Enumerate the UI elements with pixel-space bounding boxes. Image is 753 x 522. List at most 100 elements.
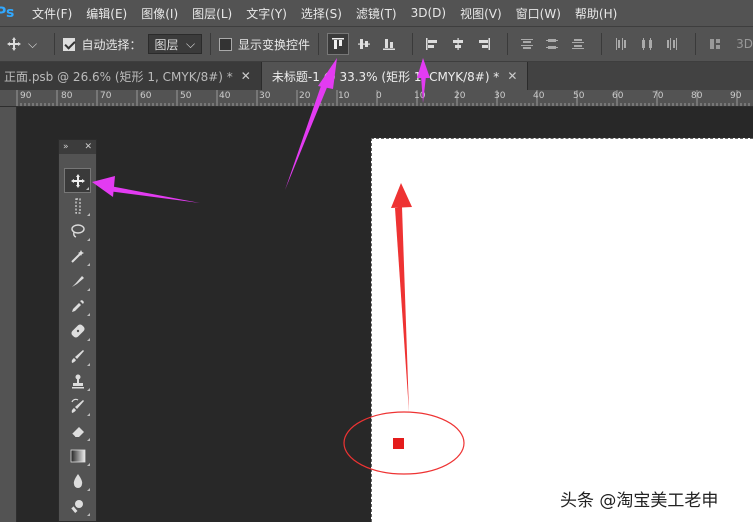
healing-brush-tool[interactable]: [64, 318, 91, 343]
menu-image[interactable]: 图像(I): [141, 5, 178, 22]
align-horizontal-center-button[interactable]: [447, 33, 469, 55]
tab-untitled-1[interactable]: 未标题-1 @ 33.3% (矩形 1, CMYK/8#) * ✕: [261, 62, 529, 90]
align-horizontal-center-icon: [452, 38, 463, 50]
align-vertical-center-button[interactable]: [353, 33, 375, 55]
show-transform-checkbox[interactable]: [219, 37, 232, 51]
menu-edit[interactable]: 编辑(E): [86, 5, 127, 22]
show-transform-label: 显示变换控件: [237, 37, 310, 52]
history-brush-icon: [70, 398, 84, 413]
history-brush-tool[interactable]: [64, 393, 91, 418]
horizontal-ruler[interactable]: 90 80 70 60 50 40 30 20 10 0 10 20 30 40…: [0, 90, 753, 107]
align-left-button[interactable]: [421, 33, 443, 55]
auto-align-button[interactable]: [704, 33, 726, 55]
menu-select[interactable]: 选择(S): [301, 5, 342, 22]
ruler-label: 90: [20, 91, 32, 101]
align-right-button[interactable]: [473, 33, 495, 55]
ruler-label: 20: [454, 91, 466, 101]
tab-label: 正面.psb @ 26.6% (矩形 1, CMYK/8#) *: [4, 69, 233, 84]
menu-bar: Ps 文件(F) 编辑(E) 图像(I) 图层(L) 文字(Y) 选择(S) 滤…: [0, 0, 753, 26]
align-left-icon: [426, 38, 438, 50]
divider: [695, 33, 697, 55]
menu-filter[interactable]: 滤镜(T): [356, 5, 397, 22]
divider: [412, 33, 414, 55]
options-bar: ⌵ 自动选择： 图层 ⌵ 显示变换控件 3D: [0, 26, 753, 62]
distribute-horizontal-center-icon: [641, 38, 652, 50]
ruler-label: 20: [299, 91, 311, 101]
divider: [600, 33, 602, 55]
close-icon[interactable]: ✕: [507, 69, 517, 83]
panel-grip[interactable]: [59, 154, 96, 168]
distribute-right-icon: [667, 38, 678, 50]
distribute-horizontal-center-button[interactable]: [636, 33, 658, 55]
divider: [210, 33, 212, 55]
tab-front-psb[interactable]: 正面.psb @ 26.6% (矩形 1, CMYK/8#) * ✕: [0, 62, 262, 90]
clone-stamp-tool[interactable]: [64, 368, 91, 393]
tool-preset-picker[interactable]: ⌵: [0, 36, 46, 52]
align-right-icon: [478, 38, 490, 50]
auto-select-checkbox[interactable]: [62, 37, 76, 51]
ruler-label: 30: [494, 91, 506, 101]
menu-layer[interactable]: 图层(L): [192, 5, 232, 22]
move-icon: [70, 173, 85, 188]
dodge-tool[interactable]: [64, 493, 91, 518]
menu-view[interactable]: 视图(V): [460, 5, 502, 22]
divider: [317, 33, 319, 55]
chevron-down-icon: ⌵: [185, 36, 196, 51]
auto-select-label: 自动选择：: [81, 37, 142, 52]
close-icon[interactable]: ✕: [241, 69, 251, 83]
move-tool[interactable]: [64, 168, 91, 193]
ruler-label: 10: [414, 91, 426, 101]
eyedropper-tool[interactable]: [64, 293, 91, 318]
divider: [53, 33, 55, 55]
distribute-left-icon: [615, 38, 626, 50]
tools-panel-header[interactable]: » ✕: [59, 140, 96, 154]
watermark: 头条 @淘宝美工老申: [560, 491, 719, 511]
tab-label: 未标题-1 @ 33.3% (矩形 1, CMYK/8#) *: [271, 69, 500, 84]
vertical-ruler[interactable]: [0, 107, 17, 522]
align-top-button[interactable]: [326, 33, 349, 55]
ruler-label: 30: [259, 91, 271, 101]
marquee-tool[interactable]: [64, 193, 91, 218]
menu-window[interactable]: 窗口(W): [516, 5, 561, 22]
distribute-bottom-button[interactable]: [567, 33, 589, 55]
document-tabs: 正面.psb @ 26.6% (矩形 1, CMYK/8#) * ✕ 未标题-1…: [0, 62, 753, 90]
lasso-icon: [70, 223, 85, 238]
close-icon[interactable]: ✕: [84, 142, 92, 152]
distribute-left-button[interactable]: [610, 33, 632, 55]
auto-select-target-value: 图层: [154, 37, 179, 52]
eraser-icon: [71, 426, 84, 437]
expand-icon[interactable]: »: [63, 142, 69, 152]
distribute-vertical-center-button[interactable]: [541, 33, 563, 55]
divider: [506, 33, 508, 55]
gradient-tool[interactable]: [64, 443, 91, 468]
distribute-right-button[interactable]: [662, 33, 684, 55]
align-top-icon: [331, 38, 344, 49]
ruler-label: 50: [573, 91, 585, 101]
ruler-label: 40: [219, 91, 231, 101]
menu-3d[interactable]: 3D(D): [411, 6, 446, 20]
blur-tool[interactable]: [64, 468, 91, 493]
eraser-tool[interactable]: [64, 418, 91, 443]
pen-nib-icon: [71, 275, 84, 287]
menu-help[interactable]: 帮助(H): [575, 5, 617, 22]
magic-wand-tool[interactable]: [64, 243, 91, 268]
distribute-top-button[interactable]: [516, 33, 538, 55]
menu-file[interactable]: 文件(F): [32, 5, 72, 22]
ruler-label: 50: [180, 91, 192, 101]
ruler-label: 80: [691, 91, 703, 101]
crop-tool[interactable]: [64, 268, 91, 293]
app-logo: Ps: [0, 5, 15, 21]
auto-align-icon: [710, 39, 721, 49]
ruler-label: 60: [612, 91, 624, 101]
align-bottom-button[interactable]: [379, 33, 401, 55]
brush-icon: [71, 349, 84, 363]
ruler-label: 70: [100, 91, 112, 101]
menu-type[interactable]: 文字(Y): [246, 5, 287, 22]
lasso-tool[interactable]: [64, 218, 91, 243]
auto-select-target-dropdown[interactable]: 图层 ⌵: [147, 34, 203, 54]
brush-tool[interactable]: [64, 343, 91, 368]
ruler-label: 0: [376, 91, 382, 101]
ruler-label: 70: [652, 91, 664, 101]
tools-panel: » ✕: [58, 139, 97, 522]
document-canvas[interactable]: [371, 138, 753, 522]
